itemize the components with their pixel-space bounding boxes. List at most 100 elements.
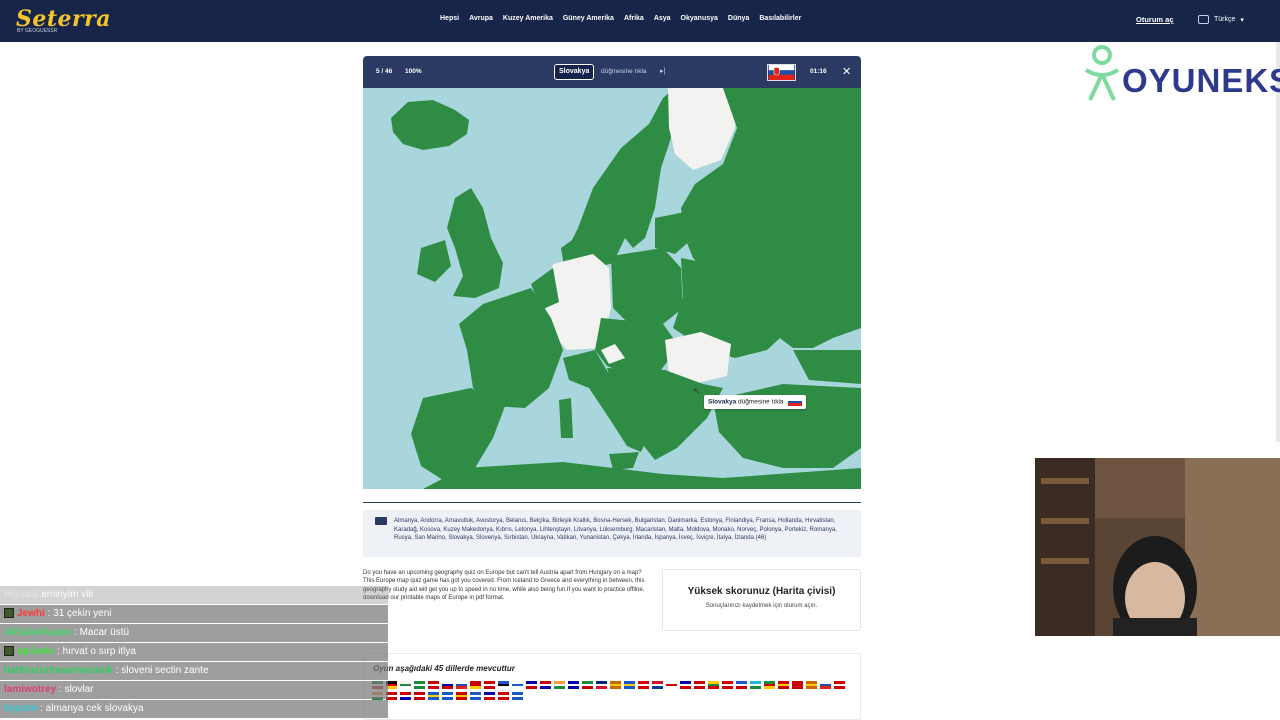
translate-icon xyxy=(1198,15,1209,24)
chat-message: lamiwotrey : slovlar xyxy=(0,681,388,699)
main-nav: Hepsi Avrupa Kuzey Amerika Güney Amerika… xyxy=(440,15,801,22)
language-flag-icon[interactable] xyxy=(750,681,761,689)
language-flag-icon[interactable] xyxy=(512,692,523,700)
chat-message: Jewhi : 31 çekin yeni xyxy=(0,605,388,623)
language-flag-icon[interactable] xyxy=(638,681,649,689)
language-flag-icon[interactable] xyxy=(652,681,663,689)
language-flag-icon[interactable] xyxy=(526,681,537,689)
nav-item-hepsi[interactable]: Hepsi xyxy=(440,15,459,22)
language-flag-icon[interactable] xyxy=(778,681,789,689)
highscore-card: Yüksek skorunuz (Harita çivisi) Sonuçlar… xyxy=(662,569,861,631)
chat-message: bigsasi eminyim vili xyxy=(0,586,388,604)
language-flag-icon[interactable] xyxy=(624,681,635,689)
language-flag-icon[interactable] xyxy=(428,692,439,700)
login-link[interactable]: Oturum aç xyxy=(1136,15,1174,24)
language-flag-icon[interactable] xyxy=(792,681,803,689)
timer: 01:16 xyxy=(810,68,827,75)
highscore-subtitle[interactable]: Sonuçlarınızı kaydetmek için oturum açın… xyxy=(663,603,860,609)
language-flag-icon[interactable] xyxy=(470,692,481,700)
language-flag-icon[interactable] xyxy=(498,692,509,700)
nav-item-kuzey-amerika[interactable]: Kuzey Amerika xyxy=(503,15,553,22)
tooltip-prompt: düğmesine tıkla xyxy=(738,398,784,406)
map-svg[interactable] xyxy=(363,88,861,489)
language-flag-icon[interactable] xyxy=(722,681,733,689)
language-flag-icon[interactable] xyxy=(610,681,621,689)
language-flag-icon[interactable] xyxy=(400,681,411,689)
language-flag-icon[interactable] xyxy=(834,681,845,689)
webcam-image xyxy=(1035,458,1280,636)
slovakia-flag-icon xyxy=(767,64,796,81)
chat-text: : Macar üstü xyxy=(71,627,130,638)
language-flag-icon[interactable] xyxy=(582,681,593,689)
language-flag-icon[interactable] xyxy=(400,692,411,700)
language-flag-icon[interactable] xyxy=(694,681,705,689)
stream-chat: bigsasi eminyim vili Jewhi : 31 çekin yen… xyxy=(0,586,388,720)
language-flag-icon[interactable] xyxy=(540,681,551,689)
sponsor-name: OYUNEKS xyxy=(1122,62,1280,99)
language-flags xyxy=(372,681,852,700)
language-flag-icon[interactable] xyxy=(512,681,523,689)
prompt-text: düğmesine tıkla xyxy=(601,68,647,75)
nav-item-asya[interactable]: Asya xyxy=(654,15,671,22)
language-selector[interactable]: Türkçe ▾ xyxy=(1198,15,1244,24)
chat-text: : sloveni sectin zante xyxy=(112,665,209,676)
chat-message: op1xele : hırvat o sırp itlya xyxy=(0,643,388,661)
chat-text: : 31 çekin yeni xyxy=(44,608,112,619)
chat-message: barbiozurbeaumozanik : sloveni sectin za… xyxy=(0,662,388,680)
skip-icon[interactable]: ▸| xyxy=(660,67,665,75)
mascot-icon xyxy=(1084,45,1120,101)
map-icon xyxy=(375,517,387,525)
language-flag-icon[interactable] xyxy=(666,681,677,689)
nav-item-avrupa[interactable]: Avrupa xyxy=(469,15,493,22)
language-flag-icon[interactable] xyxy=(442,681,453,689)
sardinia-corsica xyxy=(559,398,573,438)
highscore-title: Yüksek skorunuz (Harita çivisi) xyxy=(687,586,836,597)
close-icon[interactable]: ✕ xyxy=(842,65,851,78)
language-flag-icon[interactable] xyxy=(554,681,565,689)
language-flag-icon[interactable] xyxy=(568,681,579,689)
tooltip-target: Slovakya xyxy=(708,398,737,406)
languages-title: Oyun aşağıdaki 45 dillerde mevcuttur xyxy=(373,664,515,673)
map-tooltip: Slovakya düğmesine tıkla xyxy=(704,395,807,409)
chat-text: eminyim vili xyxy=(38,589,93,600)
language-flag-icon[interactable] xyxy=(764,681,775,689)
chevron-down-icon: ▾ xyxy=(1240,16,1244,24)
chat-text: : hırvat o sırp itlya xyxy=(54,646,136,657)
language-flag-icon[interactable] xyxy=(442,692,453,700)
nav-item-basilabilirler[interactable]: Basılabilirler xyxy=(759,15,801,22)
nav-item-dunya[interactable]: Dünya xyxy=(728,15,749,22)
countries-list-box: Almanya, Andorra, Arnavutluk, Avusturya,… xyxy=(363,510,861,557)
language-flag-icon[interactable] xyxy=(470,681,481,689)
language-flag-icon[interactable] xyxy=(456,681,467,689)
language-label: Türkçe xyxy=(1214,16,1236,23)
nav-item-afrika[interactable]: Afrika xyxy=(624,15,644,22)
target-country: Slovakya xyxy=(554,64,595,80)
chat-username: bigram xyxy=(4,703,38,714)
chat-username: barbiozurbeaumozanik xyxy=(4,665,113,676)
language-flag-icon[interactable] xyxy=(806,681,817,689)
language-flag-icon[interactable] xyxy=(456,692,467,700)
poland xyxy=(611,248,683,324)
language-flag-icon[interactable] xyxy=(820,681,831,689)
chat-username: op1xele xyxy=(17,646,55,657)
score-counter: 5 / 46 xyxy=(376,68,393,75)
language-flag-icon[interactable] xyxy=(484,692,495,700)
language-flag-icon[interactable] xyxy=(736,681,747,689)
language-flag-icon[interactable] xyxy=(428,681,439,689)
chat-username: Jewhi xyxy=(17,608,45,619)
chat-badge-icon xyxy=(4,646,14,657)
chat-username: bigsasi xyxy=(4,589,39,600)
chat-username: lamiwotrey xyxy=(4,684,57,695)
language-flag-icon[interactable] xyxy=(414,681,425,689)
nav-item-okyanusya[interactable]: Okyanusya xyxy=(681,15,718,22)
language-flag-icon[interactable] xyxy=(708,681,719,689)
language-flag-icon[interactable] xyxy=(680,681,691,689)
europe-map[interactable]: Slovakya düğmesine tıkla ↖ xyxy=(363,88,861,489)
language-flag-icon[interactable] xyxy=(596,681,607,689)
language-flag-icon[interactable] xyxy=(484,681,495,689)
language-flag-icon[interactable] xyxy=(498,681,509,689)
nav-item-guney-amerika[interactable]: Güney Amerika xyxy=(563,15,614,22)
language-flag-icon[interactable] xyxy=(414,692,425,700)
chat-message: AkSalurKazan : Macar üstü xyxy=(0,624,388,642)
chat-badge-icon xyxy=(4,608,14,619)
